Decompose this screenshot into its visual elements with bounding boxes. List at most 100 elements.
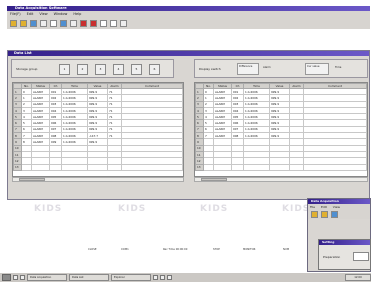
left-table-cell[interactable]: [107, 163, 122, 171]
left-table-cell[interactable]: [21, 163, 32, 171]
right-scroll-thumb[interactable]: [201, 178, 227, 181]
option-time[interactable]: Time: [335, 66, 341, 69]
left-table-cell[interactable]: [31, 163, 50, 171]
option-difference-label: Difference: [239, 65, 253, 68]
storage-group-panel: Storage group 1 2 3 4 5 6: [11, 59, 174, 78]
setting-dialog-title-bar: Setting: [319, 240, 370, 245]
left-data-table-wrap: No. Status Ch Time Value Alarm Comment 1…: [12, 82, 184, 177]
second-print-icon[interactable]: [331, 211, 338, 218]
right-table-cell[interactable]: [213, 163, 232, 171]
display-switch-label: Display switch: [199, 67, 221, 71]
status-state: STOP: [213, 248, 220, 251]
cut-icon[interactable]: [50, 20, 57, 27]
second-open-icon[interactable]: [311, 211, 318, 218]
second-menu-view[interactable]: View: [333, 204, 340, 210]
quick-launch-icon-2[interactable]: [20, 275, 25, 280]
right-table-cell[interactable]: [203, 163, 214, 171]
tray-icon-2[interactable]: [160, 275, 165, 280]
second-menu-file[interactable]: File: [310, 204, 315, 210]
right-table-cell[interactable]: [289, 163, 304, 171]
group-button-3[interactable]: 3: [95, 64, 106, 75]
right-row-header[interactable]: 13: [195, 163, 204, 171]
setting-dialog-field[interactable]: [353, 252, 369, 261]
storage-group-label: Storage group: [16, 67, 38, 71]
option-difference[interactable]: Difference: [237, 63, 259, 75]
help-icon[interactable]: [120, 20, 127, 27]
status-rec-time: Rec Time 00:00:00: [163, 248, 188, 251]
background-text-3: KIDS: [200, 204, 229, 214]
right-data-table-wrap: No. Status Ch Time Value Alarm Comment 1…: [194, 82, 368, 177]
left-table-row[interactable]: 13: [13, 163, 183, 171]
display-switch-panel: Display switch Difference Alarm Cur valu…: [194, 59, 368, 78]
tray-icon-1[interactable]: [153, 275, 158, 280]
group-button-6[interactable]: 6: [149, 64, 160, 75]
left-table-body: 1 0 ALARM 001 1:A:2006 999.9 71 2 1 ALARM 002 1:A:2…: [13, 87, 183, 171]
second-title: Data Acquisition: [311, 199, 339, 203]
left-table-cell[interactable]: [49, 163, 62, 171]
chart-icon[interactable]: [100, 20, 107, 27]
paste-icon[interactable]: [70, 20, 77, 27]
stop-icon[interactable]: [90, 20, 97, 27]
background-text-1: KIDS: [34, 204, 63, 214]
right-horizontal-scrollbar[interactable]: [194, 177, 368, 182]
setting-dialog: Setting Preparation: [318, 239, 371, 270]
taskbar: Data Acquisition Data List Explorer 12:0…: [0, 272, 371, 282]
record-icon[interactable]: [80, 20, 87, 27]
left-table-cell[interactable]: [121, 163, 183, 171]
left-horizontal-scrollbar[interactable]: [12, 177, 184, 182]
status-mode: MONITOR: [243, 248, 256, 251]
data-list-title-bar: Data List: [8, 51, 369, 56]
menu-window[interactable]: Window: [54, 11, 68, 18]
start-button[interactable]: [2, 274, 11, 281]
quick-launch-icon-1[interactable]: [13, 275, 18, 280]
status-num: NUM: [283, 248, 290, 251]
option-alarm[interactable]: Alarm: [263, 66, 271, 69]
left-table-cell[interactable]: [87, 163, 108, 171]
right-data-table: No. Status Ch Time Value Alarm Comment 1…: [195, 83, 367, 171]
option-time-label: Time: [335, 66, 342, 69]
left-table-cell[interactable]: [61, 163, 88, 171]
save-icon[interactable]: [30, 20, 37, 27]
second-menu-edit[interactable]: Edit: [321, 204, 327, 210]
status-port: COM1: [121, 248, 129, 251]
right-table-cell[interactable]: [231, 163, 244, 171]
data-list-window: Data List Storage group 1 2 3 4 5 6 Disp…: [7, 50, 370, 200]
task-data-acquisition[interactable]: Data Acquisition: [27, 274, 67, 281]
setting-dialog-title: Setting: [322, 240, 335, 244]
menu-view[interactable]: View: [39, 11, 47, 18]
group-button-1[interactable]: 1: [59, 64, 70, 75]
group-button-4[interactable]: 4: [113, 64, 124, 75]
task-data-list[interactable]: Data List: [69, 274, 109, 281]
print-icon[interactable]: [40, 20, 47, 27]
copy-icon[interactable]: [60, 20, 67, 27]
tray-icon-3[interactable]: [167, 275, 172, 280]
second-app-window: Data Acquisition File Edit View Setting …: [307, 198, 371, 272]
task-explorer[interactable]: Explorer: [111, 274, 151, 281]
open-icon[interactable]: [20, 20, 27, 27]
left-data-table: No. Status Ch Time Value Alarm Comment 1…: [13, 83, 183, 171]
menu-help[interactable]: Help: [73, 11, 81, 18]
right-table-row[interactable]: 13: [195, 163, 367, 171]
group-button-2[interactable]: 2: [77, 64, 88, 75]
option-cur-value-label: Cur value: [307, 65, 320, 68]
option-cur-value[interactable]: Cur value: [305, 63, 329, 75]
setting-dialog-label: Preparation: [323, 255, 341, 259]
status-bar: CLOSE COM1 Rec Time 00:00:00 STOP MONITO…: [3, 248, 308, 254]
right-table-cell[interactable]: [269, 163, 290, 171]
left-row-header[interactable]: 13: [13, 163, 22, 171]
data-list-title: Data List: [14, 51, 32, 55]
status-connection: CLOSE: [88, 248, 97, 251]
left-scroll-thumb[interactable]: [19, 178, 45, 181]
taskbar-clock: 12:00: [345, 274, 371, 281]
option-alarm-label: Alarm: [263, 66, 271, 69]
right-table-cell[interactable]: [243, 163, 270, 171]
new-icon[interactable]: [10, 20, 17, 27]
menu-edit[interactable]: Edit: [27, 11, 34, 18]
menu-file[interactable]: File(F): [10, 11, 21, 18]
toolbar: [7, 18, 370, 29]
right-table-cell[interactable]: [303, 163, 367, 171]
second-save-icon[interactable]: [321, 211, 328, 218]
group-button-5[interactable]: 5: [131, 64, 142, 75]
settings-icon[interactable]: [110, 20, 117, 27]
menu-bar: File(F) Edit View Window Help: [7, 11, 370, 18]
